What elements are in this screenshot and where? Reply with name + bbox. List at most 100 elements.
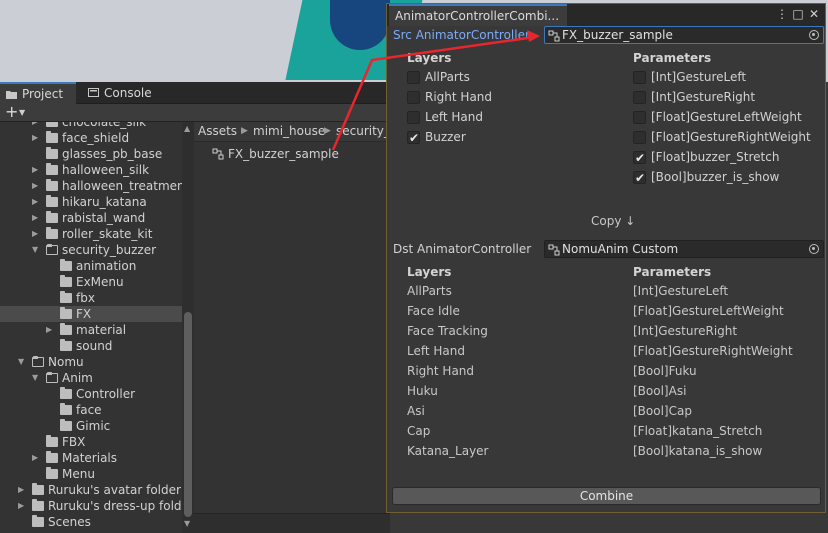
chevron-down-icon[interactable]: ▼ — [32, 370, 42, 386]
chevron-down-icon[interactable]: ▼ — [32, 242, 42, 258]
checkbox[interactable] — [633, 71, 646, 84]
tree-item[interactable]: ▶ Materials — [0, 450, 182, 466]
tree-item[interactable]: ▼ security_buzzer — [0, 242, 182, 258]
chevron-right-icon[interactable]: ▶ — [32, 122, 42, 130]
tree-item[interactable]: ExMenu — [0, 274, 182, 290]
checkbox[interactable] — [633, 111, 646, 124]
checkbox[interactable]: ✔ — [407, 131, 420, 145]
checkbox[interactable] — [407, 111, 420, 124]
tree-item[interactable]: sound — [0, 338, 182, 354]
tab-project[interactable]: Project — [0, 82, 76, 104]
tree-item[interactable]: fbx — [0, 290, 182, 306]
chevron-right-icon[interactable]: ▶ — [18, 482, 28, 498]
create-button[interactable]: + — [5, 102, 18, 121]
chevron-right-icon[interactable]: ▶ — [32, 450, 42, 466]
tree-item[interactable]: ▼ Nomu — [0, 354, 182, 370]
checkbox[interactable] — [407, 71, 420, 84]
toggle-label: Buzzer — [425, 130, 466, 144]
toggle-label: [Float]GestureRightWeight — [651, 130, 811, 144]
toggle-label: Left Hand — [425, 110, 483, 124]
scroll-up-icon[interactable]: ▲ — [184, 124, 190, 133]
folder-tree[interactable]: ▶ chocolate_silk ▶ face_shield glasses_pb_ba… — [0, 122, 182, 533]
file-list[interactable]: Assets ▶ mimi_house ▶ security_ FX_buzze… — [194, 122, 390, 533]
breadcrumb-item[interactable]: mimi_house — [253, 124, 325, 138]
tab-console[interactable]: Console — [82, 82, 172, 104]
maximize-icon[interactable]: □ — [791, 6, 805, 22]
checkbox[interactable]: ✔ — [633, 171, 646, 185]
src-params-header: Parameters — [633, 51, 712, 65]
chevron-right-icon[interactable]: ▶ — [32, 178, 42, 194]
tree-item[interactable]: FBX — [0, 434, 182, 450]
chevron-right-icon[interactable]: ▶ — [32, 130, 42, 146]
chevron-right-icon[interactable]: ▶ — [32, 162, 42, 178]
chevron-right-icon[interactable]: ▶ — [32, 194, 42, 210]
tree-item[interactable]: ▶ halloween_silk — [0, 162, 182, 178]
tree-item[interactable]: animation — [0, 258, 182, 274]
tree-item[interactable]: Scenes — [0, 514, 182, 530]
close-icon[interactable]: ✕ — [807, 6, 821, 22]
tree-item-label: chocolate_silk — [62, 122, 147, 129]
checkbox[interactable] — [633, 91, 646, 104]
checkbox[interactable]: ✔ — [633, 151, 646, 165]
project-panel: Project Console + ▼ ▶ chocolate_silk ▶ face… — [0, 82, 390, 533]
chevron-right-icon[interactable]: ▶ — [32, 226, 42, 242]
chevron-right-icon[interactable]: ▶ — [32, 210, 42, 226]
tree-item[interactable]: ▶ Ruruku's dress-up folde — [0, 498, 182, 514]
tree-item-label: rabistal_wand — [62, 211, 146, 225]
tree-item-label: Materials — [62, 451, 118, 465]
checkbox[interactable] — [633, 131, 646, 144]
scrollbar-thumb[interactable] — [184, 312, 192, 517]
breadcrumb-item[interactable]: security_ — [336, 124, 390, 138]
tree-item-label: material — [76, 323, 127, 337]
folder-icon — [60, 403, 72, 415]
tree-item[interactable]: FX — [0, 306, 182, 322]
tree-item-label: hikaru_katana — [62, 195, 147, 209]
combine-button[interactable]: Combine — [392, 487, 821, 505]
tree-item[interactable]: ▶ chocolate_silk — [0, 122, 182, 130]
tree-item[interactable]: Gimic — [0, 418, 182, 434]
folder-icon — [46, 131, 58, 143]
tree-item[interactable]: ▶ hikaru_katana — [0, 194, 182, 210]
object-picker-icon[interactable] — [809, 30, 819, 40]
dst-param-item: [Bool]Fuku — [633, 364, 697, 378]
tree-item-label: animation — [76, 259, 137, 273]
checkbox[interactable] — [407, 91, 420, 104]
tree-item[interactable]: ▶ material — [0, 322, 182, 338]
dst-layers-header: Layers — [407, 265, 452, 279]
dst-controller-field[interactable]: NomuAnim Custom — [544, 240, 824, 258]
toggle-label: [Int]GestureRight — [651, 90, 756, 104]
window-titlebar: AnimatorControllerCombi... ⋮ □ ✕ — [387, 4, 825, 26]
breadcrumb-item[interactable]: Assets — [198, 124, 237, 138]
chevron-right-icon[interactable]: ▶ — [46, 322, 56, 338]
tree-item[interactable]: Controller — [0, 386, 182, 402]
window-tab[interactable]: AnimatorControllerCombi... — [389, 4, 567, 26]
scroll-down-icon[interactable]: ▼ — [184, 519, 190, 528]
tree-item[interactable]: face — [0, 402, 182, 418]
toggle-label: [Bool]buzzer_is_show — [651, 170, 780, 184]
src-controller-field[interactable]: FX_buzzer_sample — [544, 26, 824, 44]
folder-open-icon — [46, 244, 58, 255]
tree-item[interactable]: ▶ halloween_treatment — [0, 178, 182, 194]
kebab-menu-icon[interactable]: ⋮ — [775, 6, 789, 22]
tree-item[interactable]: glasses_pb_base — [0, 146, 182, 162]
chevron-down-icon[interactable]: ▼ — [19, 108, 25, 117]
src-controller-value: FX_buzzer_sample — [562, 28, 673, 42]
tree-item[interactable]: ▶ roller_skate_kit — [0, 226, 182, 242]
chevron-right-icon[interactable]: ▶ — [18, 498, 28, 514]
tree-item[interactable]: Menu — [0, 466, 182, 482]
dst-param-item: [Float]katana_Stretch — [633, 424, 763, 438]
tree-item[interactable]: ▼ Anim — [0, 370, 182, 386]
checkmark-icon: ✔ — [409, 131, 420, 145]
object-picker-icon[interactable] — [809, 244, 819, 254]
dst-controller-label: Dst AnimatorController — [393, 242, 532, 256]
tree-item[interactable]: ▶ Ruruku's avatar folder — [0, 482, 182, 498]
tree-item[interactable]: ▶ rabistal_wand — [0, 210, 182, 226]
chevron-down-icon[interactable]: ▼ — [18, 354, 28, 370]
folder-icon — [60, 307, 72, 319]
tree-scrollbar[interactable]: ▲ ▼ — [182, 122, 194, 533]
file-scrollbar[interactable] — [194, 513, 390, 533]
tree-item-label: Ruruku's dress-up folde — [48, 499, 182, 513]
tree-item[interactable]: ▶ face_shield — [0, 130, 182, 146]
src-layers-header: Layers — [407, 51, 452, 65]
folder-icon — [60, 339, 72, 351]
